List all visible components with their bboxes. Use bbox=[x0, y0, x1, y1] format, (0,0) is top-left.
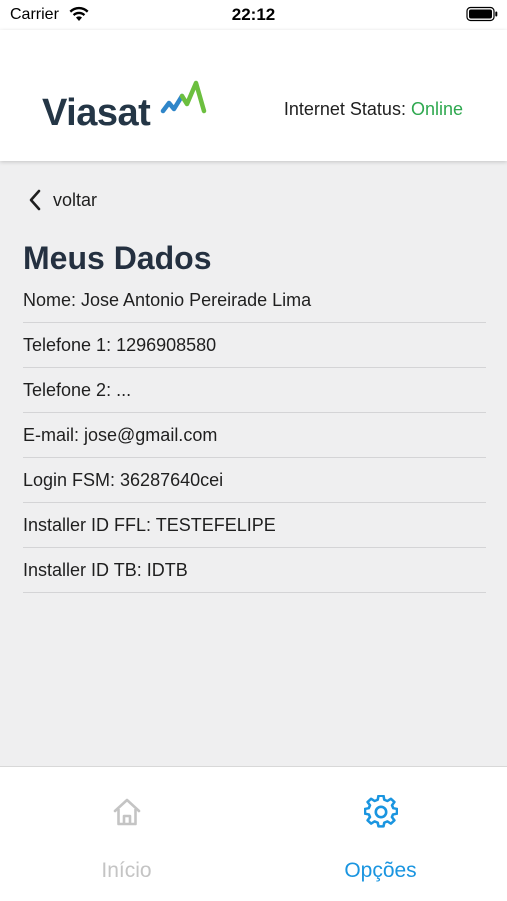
chevron-left-icon bbox=[29, 189, 41, 211]
home-icon bbox=[113, 798, 140, 826]
user-data-list: Nome: Jose Antonio Pereirade Lima Telefo… bbox=[23, 278, 486, 593]
row-telefone-1: Telefone 1: 1296908580 bbox=[23, 323, 486, 368]
tab-inicio-label: Início bbox=[101, 859, 152, 882]
row-email: E-mail: jose@gmail.com bbox=[23, 413, 486, 458]
back-label: voltar bbox=[53, 189, 98, 210]
tab-inicio[interactable]: Início bbox=[0, 767, 253, 901]
row-nome: Nome: Jose Antonio Pereirade Lima bbox=[23, 278, 486, 323]
row-installer-id-tb: Installer ID TB: IDTB bbox=[23, 548, 486, 593]
row-installer-id-ffl: Installer ID FFL: TESTEFELIPE bbox=[23, 503, 486, 548]
back-button[interactable]: voltar bbox=[28, 187, 97, 213]
row-login-fsm: Login FSM: 36287640cei bbox=[23, 458, 486, 503]
internet-status-label: Internet Status: bbox=[283, 99, 406, 119]
status-bar: Carrier 22:12 bbox=[0, 0, 507, 30]
logo-text: Viasat bbox=[42, 92, 151, 134]
gear-icon bbox=[363, 795, 398, 828]
internet-status-value: Online bbox=[410, 99, 463, 119]
tab-opcoes[interactable]: Opções bbox=[254, 767, 507, 901]
tab-bar: Início Opções bbox=[0, 766, 507, 901]
tab-opcoes-label: Opções bbox=[344, 859, 417, 882]
row-telefone-2: Telefone 2: ... bbox=[23, 368, 486, 413]
app-header: Viasat Internet Status: Online bbox=[0, 30, 507, 161]
logo-wave-icon bbox=[160, 80, 207, 114]
battery-icon bbox=[466, 6, 498, 22]
status-time: 22:12 bbox=[231, 5, 276, 24]
page-title: Meus Dados bbox=[23, 240, 212, 276]
internet-status: Internet Status: Online bbox=[284, 99, 463, 120]
viasat-logo: Viasat bbox=[42, 78, 212, 138]
